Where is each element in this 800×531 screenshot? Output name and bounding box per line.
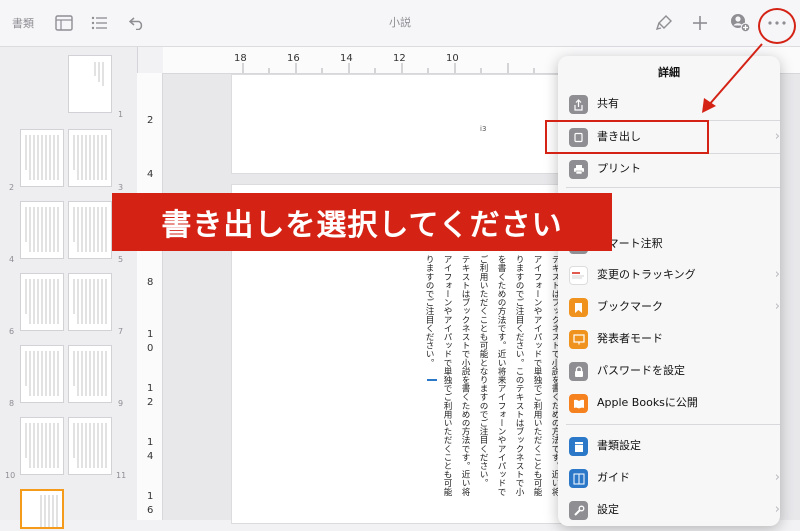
- text-column: テキストはブックネストで小説を書くための方法です。近い将: [460, 255, 470, 496]
- menu-item-label: 書類設定: [597, 439, 641, 452]
- chevron-right-icon: ›: [774, 470, 780, 485]
- divider: [566, 187, 780, 188]
- track-changes-icon: [569, 266, 588, 285]
- ruler-label: 18: [234, 53, 247, 64]
- menu-item-track-changes[interactable]: 変更のトラッキング ›: [558, 259, 780, 291]
- page-thumbnail[interactable]: [20, 273, 64, 331]
- page-thumbnail[interactable]: [20, 417, 64, 475]
- text-column: アイフォーンやアイパッドで単独でご利用いただくことも可能: [442, 255, 452, 496]
- page-navigator: 1 2 3 4 5 6 7 8 9 10 11: [0, 47, 138, 529]
- ruler-label: 1: [147, 329, 154, 340]
- page-number: 9: [118, 399, 124, 408]
- menu-item-label: プリント: [597, 162, 641, 175]
- text-column: りますのでご注目ください。このテキストはブックネストで小: [514, 255, 524, 496]
- text-column: を書くための方法です。近い将来アイフォーンやアイパッドで: [496, 255, 506, 496]
- instruction-text: 書き出しを選択してください: [161, 208, 563, 243]
- page-number: 10: [5, 471, 16, 480]
- page-thumbnail[interactable]: [68, 345, 112, 403]
- page-number: 1: [118, 110, 124, 119]
- format-brush-icon[interactable]: [655, 0, 673, 46]
- ruler-label: 14: [340, 53, 353, 64]
- menu-item-bookmarks[interactable]: ブックマーク ›: [558, 291, 780, 323]
- ruler-label: 6: [147, 505, 154, 516]
- page-thumbnail-selected[interactable]: [20, 489, 64, 529]
- chevron-right-icon: ›: [774, 267, 780, 282]
- ruler-label: 8: [147, 277, 154, 288]
- ruler-label: 10: [446, 53, 459, 64]
- text-column: ご利用いただくことも可能となりますのでご注目ください。: [478, 255, 488, 488]
- ruler-label: 4: [147, 451, 154, 462]
- menu-item-label: ブックマーク: [597, 300, 663, 313]
- export-highlight-box: [545, 120, 709, 154]
- page-number: 5: [118, 255, 124, 264]
- wrench-icon: [569, 501, 588, 520]
- page-thumbnail[interactable]: [68, 417, 112, 475]
- vertical-ruler[interactable]: 2 4 6 8 1 0 1 2 1 4 1 6: [137, 73, 163, 520]
- ruler-label: 1: [147, 383, 154, 394]
- page-thumbnail[interactable]: [20, 129, 64, 187]
- ruler-label: 12: [393, 53, 406, 64]
- page-number: 4: [9, 255, 15, 264]
- toolbar: 書類 小説: [0, 0, 800, 47]
- books-icon: [569, 394, 588, 413]
- share-icon: [569, 95, 588, 114]
- chevron-right-icon: ›: [774, 299, 780, 314]
- menu-item-label: 設定: [597, 503, 619, 516]
- page-thumbnail[interactable]: [68, 55, 112, 113]
- ruler-label: 2: [147, 397, 154, 408]
- menu-item-label: パスワードを設定: [597, 364, 685, 377]
- menu-item-label: 共有: [597, 97, 619, 110]
- sidebar-view-icon[interactable]: [55, 0, 73, 46]
- page-thumbnail[interactable]: [20, 201, 64, 259]
- page-number: 2: [9, 183, 15, 192]
- page-thumbnail[interactable]: [20, 345, 64, 403]
- ruler-label: 0: [147, 343, 154, 354]
- menu-item-set-password[interactable]: パスワードを設定: [558, 355, 780, 387]
- document-title: 小説: [389, 16, 411, 29]
- text-column: りますのでご注目ください。: [424, 255, 434, 367]
- page-number: 7: [118, 327, 124, 336]
- menu-item-document-settings[interactable]: 書類設定: [558, 430, 780, 462]
- page-thumbnail[interactable]: [68, 201, 112, 259]
- menu-item-label: Apple Booksに公開: [597, 396, 698, 409]
- menu-item-guide[interactable]: ガイド ›: [558, 462, 780, 494]
- menu-item-settings[interactable]: 設定 ›: [558, 494, 780, 526]
- printer-icon: [569, 160, 588, 179]
- ruler-label: 4: [147, 169, 154, 180]
- instruction-banner: 書き出しを選択してください: [112, 193, 612, 251]
- menu-item-label: 発表者モード: [597, 332, 663, 345]
- page-number: 11: [116, 471, 127, 480]
- documents-button[interactable]: 書類: [12, 0, 34, 46]
- page-number: 3: [118, 183, 124, 192]
- page-number: 6: [9, 327, 15, 336]
- chevron-right-icon: ›: [774, 502, 780, 517]
- page-thumbnail[interactable]: [68, 129, 112, 187]
- text-cursor: [427, 379, 437, 381]
- page-thumbnail[interactable]: [68, 273, 112, 331]
- undo-icon[interactable]: [129, 0, 145, 46]
- more-button-highlight-circle: [758, 8, 796, 44]
- lock-icon: [569, 362, 588, 381]
- bookmark-icon: [569, 298, 588, 317]
- annotation-arrow: [702, 43, 763, 113]
- chevron-right-icon: ›: [774, 129, 780, 144]
- ruler-label: 1: [147, 437, 154, 448]
- menu-item-label: ガイド: [597, 471, 630, 484]
- text-column: アイフォーンやアイパッドで単独でご利用いただくことも可能: [532, 255, 542, 496]
- ruler-label: 16: [287, 53, 300, 64]
- page-mark: i3: [480, 125, 487, 133]
- presenter-icon: [569, 330, 588, 349]
- divider: [566, 424, 780, 425]
- guide-icon: [569, 469, 588, 488]
- menu-item-publish-apple-books[interactable]: Apple Booksに公開: [558, 387, 780, 419]
- menu-item-print[interactable]: プリント: [558, 153, 780, 185]
- list-icon[interactable]: [91, 0, 108, 46]
- documents-label: 書類: [12, 17, 34, 30]
- document-settings-icon: [569, 437, 588, 456]
- page-number: 8: [9, 399, 15, 408]
- menu-item-presenter-mode[interactable]: 発表者モード: [558, 323, 780, 355]
- ruler-label: 2: [147, 115, 154, 126]
- menu-item-label: 変更のトラッキング: [597, 268, 696, 281]
- ruler-label: 1: [147, 491, 154, 502]
